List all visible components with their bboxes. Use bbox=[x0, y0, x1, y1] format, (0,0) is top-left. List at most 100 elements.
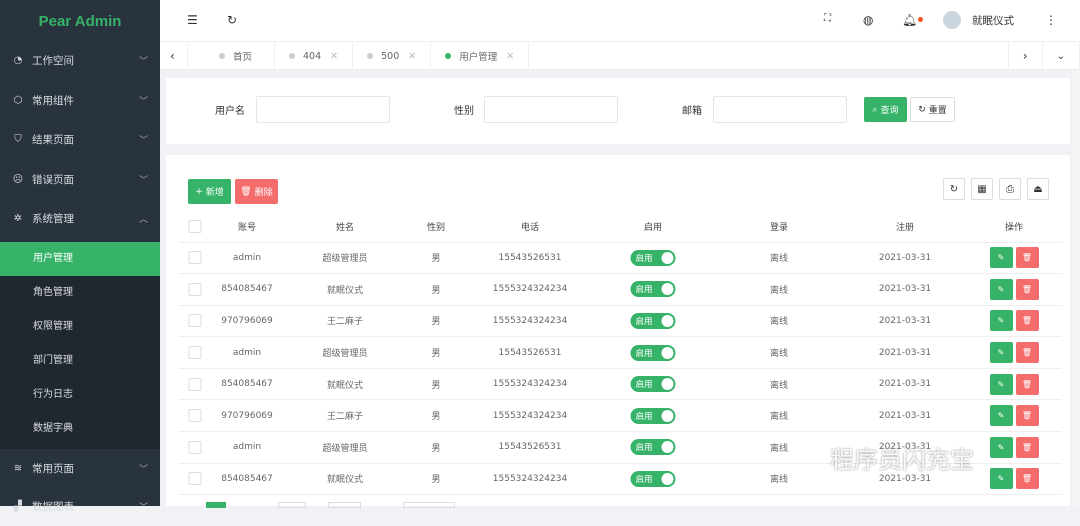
enable-toggle[interactable]: 启用 bbox=[630, 312, 676, 329]
edit-button[interactable]: ✎ bbox=[989, 247, 1013, 269]
sidebar-item-4[interactable]: ✲ 系统管理 ︿ bbox=[0, 199, 160, 238]
tab-1[interactable]: 404 ✕ bbox=[275, 42, 354, 70]
dashboard-icon: ◔ bbox=[13, 55, 23, 66]
scrollbar[interactable] bbox=[1072, 70, 1080, 506]
phone-cell: 1555324324234 bbox=[492, 410, 568, 421]
name-cell: 超级管理员 bbox=[322, 254, 368, 265]
columns-button[interactable]: ▦ bbox=[971, 178, 993, 200]
globe-icon[interactable]: ◍ bbox=[863, 13, 873, 27]
edit-button[interactable]: ✎ bbox=[989, 310, 1013, 332]
gender-label: 性别 bbox=[454, 106, 474, 117]
edit-button[interactable]: ✎ bbox=[989, 342, 1013, 364]
refresh-icon[interactable]: ↻ bbox=[227, 13, 237, 27]
row-checkbox[interactable] bbox=[188, 440, 202, 454]
table-refresh-button[interactable]: ↻ bbox=[943, 178, 965, 200]
tab-3[interactable]: 用户管理 ✕ bbox=[431, 42, 530, 70]
close-icon[interactable]: ✕ bbox=[506, 51, 514, 62]
account-cell: 970796069 bbox=[221, 410, 273, 421]
query-button[interactable]: ⌕ 查询 bbox=[864, 97, 907, 122]
fullscreen-icon[interactable]: ⛶ bbox=[824, 13, 831, 24]
export-button[interactable]: ⏏ bbox=[1027, 178, 1049, 200]
row-delete-button[interactable]: 🗑︎ bbox=[1015, 405, 1039, 427]
column-header: 操作 bbox=[1004, 222, 1024, 233]
submenu-item-1[interactable]: 角色管理 bbox=[0, 276, 160, 310]
row-delete-button[interactable]: 🗑︎ bbox=[1015, 278, 1039, 300]
submenu-item-0[interactable]: 用户管理 bbox=[0, 242, 160, 276]
row-delete-button[interactable]: 🗑︎ bbox=[1015, 373, 1039, 395]
menu-collapse-icon[interactable]: ☰ bbox=[187, 13, 198, 27]
gender-cell: 男 bbox=[431, 349, 441, 360]
sidebar-item-2[interactable]: ⛉ 结果页面 ﹀ bbox=[0, 120, 160, 159]
watermark: 程序员闪充宝 bbox=[830, 446, 974, 474]
chevron-down-icon: ﹀ bbox=[138, 503, 148, 513]
row-delete-button[interactable]: 🗑︎ bbox=[1015, 310, 1039, 332]
trash-icon: 🗑︎ bbox=[240, 186, 252, 197]
sidebar-more-item-1[interactable]: ▞ 数据图表 ﹀ bbox=[0, 487, 160, 526]
submenu-item-2[interactable]: 权限管理 bbox=[0, 310, 160, 344]
row-checkbox[interactable] bbox=[188, 377, 202, 391]
row-checkbox[interactable] bbox=[188, 282, 202, 296]
table-row: 854085467 就眠仪式 男 1555324324234 启用 离线 202… bbox=[179, 274, 1062, 306]
row-delete-button[interactable]: 🗑︎ bbox=[1015, 247, 1039, 269]
edit-button[interactable]: ✎ bbox=[989, 436, 1013, 458]
edit-button[interactable]: ✎ bbox=[989, 405, 1013, 427]
select-all-checkbox[interactable] bbox=[188, 219, 202, 233]
pagination-jump-input[interactable] bbox=[278, 502, 306, 508]
row-checkbox[interactable] bbox=[188, 409, 202, 423]
phone-cell: 15543526531 bbox=[498, 347, 562, 358]
page-size-select[interactable] bbox=[403, 502, 455, 508]
edit-button[interactable]: ✎ bbox=[989, 278, 1013, 300]
close-icon[interactable]: ✕ bbox=[330, 51, 338, 62]
gender-cell: 男 bbox=[431, 380, 441, 391]
row-checkbox[interactable] bbox=[188, 251, 202, 265]
user-name[interactable]: 就眠仪式 bbox=[972, 13, 1014, 28]
delete-button[interactable]: 🗑︎ 删除 bbox=[235, 179, 278, 204]
row-checkbox[interactable] bbox=[188, 314, 202, 328]
row-checkbox[interactable] bbox=[188, 346, 202, 360]
pencil-icon: ✎ bbox=[997, 284, 1005, 294]
pagination-go-button[interactable] bbox=[328, 502, 361, 508]
row-delete-button[interactable]: 🗑︎ bbox=[1015, 342, 1039, 364]
sidebar-item-1[interactable]: ⬡ 常用组件 ﹀ bbox=[0, 81, 160, 120]
tab-2[interactable]: 500 ✕ bbox=[353, 42, 432, 70]
avatar[interactable] bbox=[943, 11, 961, 29]
add-button[interactable]: + 新增 bbox=[188, 179, 231, 204]
bell-icon[interactable]: 🔔︎ bbox=[902, 13, 917, 27]
tab-status-dot bbox=[289, 53, 296, 59]
app-logo: Pear Admin bbox=[38, 13, 122, 30]
submenu-item-4[interactable]: 行为日志 bbox=[0, 378, 160, 412]
enable-toggle[interactable]: 启用 bbox=[630, 376, 676, 393]
edit-button[interactable]: ✎ bbox=[989, 373, 1013, 395]
enable-toggle[interactable]: 启用 bbox=[630, 249, 676, 266]
pencil-icon: ✎ bbox=[997, 348, 1005, 358]
row-checkbox[interactable] bbox=[188, 472, 202, 486]
tabs-next-button[interactable]: › bbox=[1007, 42, 1043, 70]
sidebar-more-item-0[interactable]: ≋ 常用页面 ﹀ bbox=[0, 449, 160, 488]
enable-toggle[interactable]: 启用 bbox=[630, 344, 676, 361]
gender-input[interactable] bbox=[484, 96, 618, 123]
submenu-item-3[interactable]: 部门管理 bbox=[0, 344, 160, 378]
enable-toggle[interactable]: 启用 bbox=[630, 407, 676, 424]
gear-icon: ✲ bbox=[13, 213, 23, 224]
sidebar-item-3[interactable]: ☹ 错误页面 ﹀ bbox=[0, 160, 160, 199]
row-delete-button[interactable]: 🗑︎ bbox=[1015, 468, 1039, 490]
edit-button[interactable]: ✎ bbox=[989, 468, 1013, 490]
more-icon[interactable]: ⋮ bbox=[1045, 13, 1057, 27]
close-icon[interactable]: ✕ bbox=[408, 51, 416, 62]
layers-icon: ≋ bbox=[13, 463, 23, 474]
pagination-current[interactable] bbox=[206, 502, 226, 508]
enable-toggle[interactable]: 启用 bbox=[630, 439, 676, 456]
submenu-item-5[interactable]: 数据字典 bbox=[0, 412, 160, 446]
login-status-cell: 离线 bbox=[769, 317, 789, 328]
enable-toggle[interactable]: 启用 bbox=[630, 470, 676, 487]
email-input[interactable] bbox=[713, 96, 847, 123]
print-button[interactable]: ⎙ bbox=[999, 178, 1021, 200]
register-date-cell: 2021-03-31 bbox=[878, 347, 932, 358]
reset-button[interactable]: ↻ 重置 bbox=[910, 97, 955, 122]
tab-0[interactable]: 首页 bbox=[174, 42, 276, 70]
row-delete-button[interactable]: 🗑︎ bbox=[1015, 436, 1039, 458]
enable-toggle[interactable]: 启用 bbox=[630, 281, 676, 298]
sidebar-item-0[interactable]: ◔ 工作空间 ﹀ bbox=[0, 41, 160, 80]
tabs-dropdown-button[interactable]: ⌄ bbox=[1043, 42, 1080, 70]
username-input[interactable] bbox=[256, 96, 390, 123]
